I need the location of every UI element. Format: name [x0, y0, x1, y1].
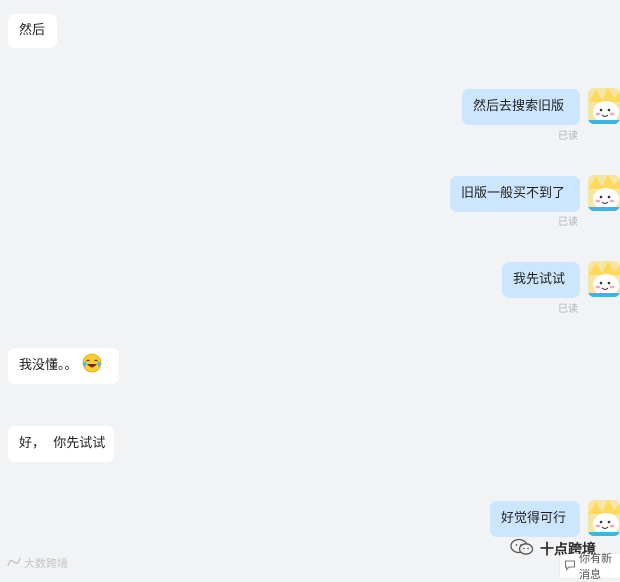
message-bubble-outgoing[interactable]: 然后去搜索旧版 — [462, 89, 580, 125]
new-message-button[interactable]: 你有新消息 — [560, 552, 620, 581]
message-bubble-incoming[interactable]: 我没懂。。 — [8, 348, 119, 384]
watermark-logo-icon — [6, 556, 22, 571]
message-bubble-outgoing[interactable]: 好觉得可行 — [490, 501, 580, 537]
wechat-icon — [510, 538, 534, 560]
message-bubble-incoming[interactable]: 好， 你先试试 — [8, 426, 114, 462]
avatar-image — [588, 500, 620, 536]
message-text: 好觉得可行 — [501, 511, 567, 526]
chat-bubble-icon — [564, 559, 576, 574]
read-status: 已读 — [558, 304, 578, 315]
message-text: 我没懂。。 — [19, 358, 78, 373]
message-text: 然后去搜索旧版 — [473, 99, 565, 114]
message-text: 我先试试 — [513, 272, 566, 287]
avatar[interactable] — [588, 175, 620, 211]
message-text: 好， 你先试试 — [19, 436, 106, 451]
watermark-text: 大数跨境 — [24, 557, 68, 570]
message-text: 然后 — [19, 23, 46, 38]
read-status: 已读 — [558, 131, 578, 142]
message-bubble-outgoing[interactable]: 我先试试 — [502, 262, 580, 298]
message-bubble-outgoing[interactable]: 旧版一般买不到了 — [450, 176, 580, 212]
message-text: 旧版一般买不到了 — [461, 186, 566, 201]
laughing-tears-emoji-icon — [82, 353, 102, 379]
message-bubble-incoming[interactable]: 然后 — [8, 14, 57, 48]
new-message-text: 你有新消息 — [579, 552, 612, 581]
avatar-image — [588, 88, 620, 124]
avatar[interactable] — [588, 500, 620, 536]
read-status: 已读 — [558, 217, 578, 228]
avatar-image — [588, 175, 620, 211]
avatar[interactable] — [588, 261, 620, 297]
avatar-image — [588, 261, 620, 297]
watermark: 大数跨境 — [6, 555, 68, 571]
avatar[interactable] — [588, 88, 620, 124]
